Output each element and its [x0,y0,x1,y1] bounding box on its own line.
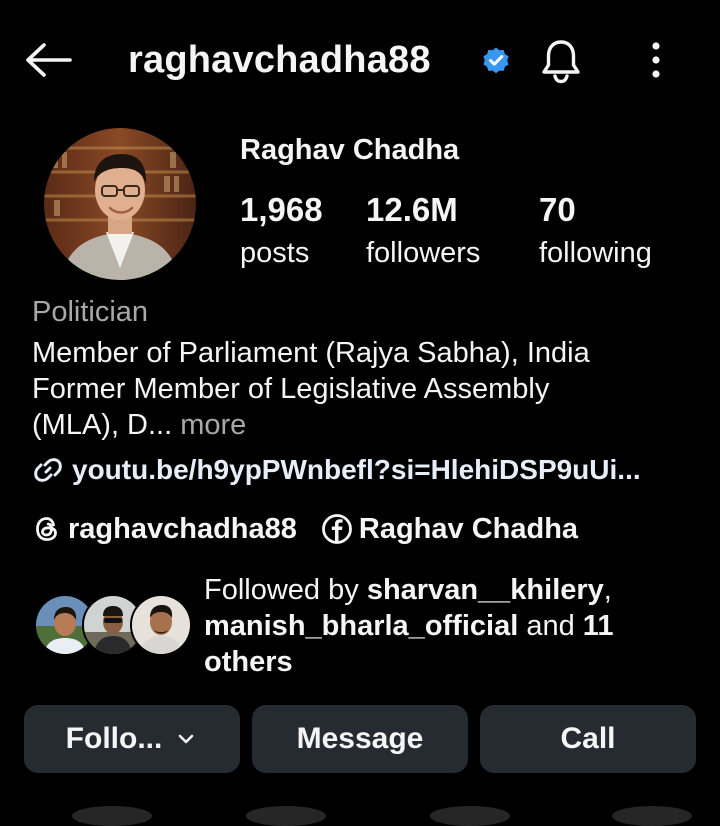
threads-link[interactable]: raghavchadha88 [32,513,297,546]
followed-by-comma: , [603,574,612,606]
bio-line: (MLA), D... [32,409,173,441]
mutual-others-label: others [204,646,293,678]
facebook-icon [321,514,352,544]
verified-badge-icon [483,47,509,74]
profile-photo [44,128,196,280]
message-button[interactable]: Message [252,705,468,773]
following-count: 70 [539,191,576,228]
story-highlight[interactable] [72,806,152,826]
back-button[interactable] [22,38,74,82]
followed-by-prefix: Followed by [204,574,359,606]
facebook-link[interactable]: Raghav Chadha [321,513,578,546]
bio-more-link[interactable]: more [180,409,246,441]
bio-line: Former Member of Legislative Assembly [32,373,550,405]
message-button-label: Message [296,722,424,755]
bell-icon [542,40,580,84]
followers-label: followers [366,237,481,269]
posts-stat[interactable]: 1,968 posts [240,190,323,276]
threads-icon [36,517,57,541]
link-icon [34,458,62,482]
more-vertical-icon [652,42,660,78]
bio-line: Member of Parliament (Rajya Sabha), Indi… [32,337,590,369]
profile-category: Politician [32,296,149,328]
top-bar: raghavchadha88 [0,0,720,120]
story-highlight[interactable] [612,806,692,826]
profile-display-name: Raghav Chadha [240,134,460,166]
mutual-username-1: sharvan__khilery [366,574,604,606]
chevron-down-icon [179,734,194,744]
following-button[interactable]: Follo... [24,705,240,773]
social-links: raghavchadha88 Raghav Chadha [32,508,602,550]
call-button-label: Call [560,722,616,755]
mutual-others-count: 11 [582,610,614,642]
threads-handle: raghavchadha88 [68,512,297,545]
call-button[interactable]: Call [480,705,696,773]
profile-link-text: youtu.be/h9ypPWnbefl?si=HlehiDSP9uUi... [72,454,641,485]
mutual-follower-photo-3 [132,596,190,654]
following-label: following [539,237,652,269]
posts-count: 1,968 [240,191,323,228]
posts-label: posts [240,237,310,269]
followers-count: 12.6M [366,191,458,228]
followed-by-text[interactable]: Followed by sharvan__khilery, manish_bha… [204,572,674,680]
profile-bio[interactable]: Member of Parliament (Rajya Sabha), Indi… [32,335,692,443]
mutual-username-2: manish_bharla_official [204,610,519,642]
following-stat[interactable]: 70 following [539,190,652,276]
following-button-label: Follo... [65,722,163,755]
bio-line-truncated: (MLA), D... more [32,407,692,443]
mutual-followers-avatars[interactable] [34,594,192,656]
facebook-name: Raghav Chadha [358,512,579,545]
notifications-button[interactable] [536,36,586,86]
more-options-button[interactable] [636,38,676,82]
avatar [130,594,192,656]
arrow-left-icon [26,43,72,77]
profile-avatar[interactable] [44,128,196,280]
story-highlight[interactable] [430,806,510,826]
followers-stat[interactable]: 12.6M followers [366,190,480,276]
profile-username: raghavchadha88 [128,39,431,81]
profile-link[interactable]: youtu.be/h9ypPWnbefl?si=HlehiDSP9uUi... [32,450,641,490]
story-highlight[interactable] [246,806,326,826]
followed-by-joiner: and [526,610,575,642]
